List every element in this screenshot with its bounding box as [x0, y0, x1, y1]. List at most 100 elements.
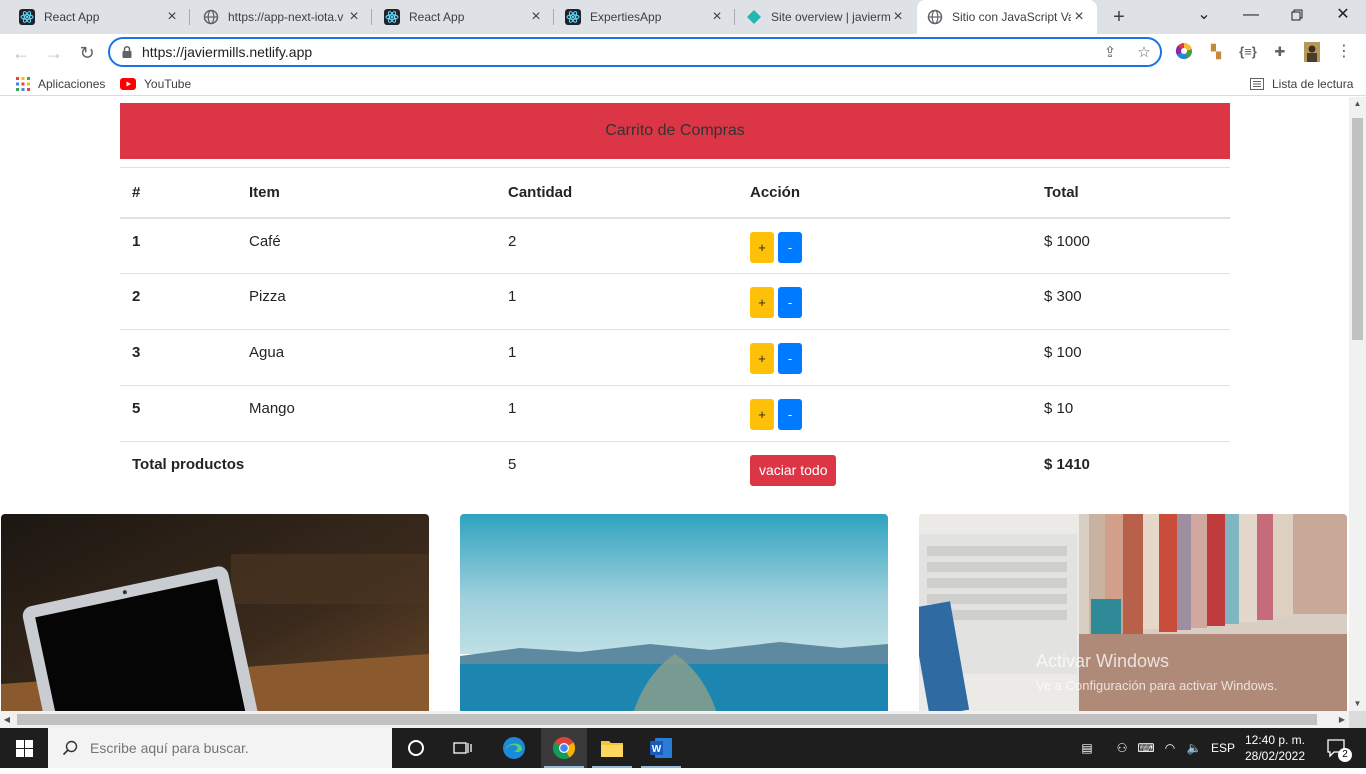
react-icon [565, 9, 581, 25]
tab-search-chevron-icon[interactable]: ⌄ [1181, 0, 1227, 30]
scroll-up-arrow-icon[interactable]: ▲ [1349, 97, 1366, 111]
bookmark-youtube[interactable]: YouTube [120, 76, 191, 92]
cortana-icon[interactable] [393, 728, 439, 768]
notification-count-badge: 2 [1338, 748, 1352, 762]
tab-close-icon[interactable]: × [164, 9, 180, 25]
tab-react-app-1[interactable]: React App × [0, 0, 190, 34]
vertical-scrollbar[interactable]: ▲ ▼ [1349, 97, 1366, 711]
vertical-scroll-thumb[interactable] [1352, 118, 1363, 340]
windows-logo-icon [15, 739, 33, 757]
increase-button[interactable]: + [750, 343, 774, 374]
wifi-icon[interactable]: ◠ [1160, 728, 1180, 768]
table-row: 3 Agua 1 + - $ 100 [120, 329, 1230, 386]
row-item: Pizza [237, 273, 496, 330]
maximize-icon[interactable] [1274, 0, 1320, 30]
reload-icon[interactable]: ↻ [74, 40, 100, 66]
tab-strip: React App × https://app-next-iota.v × Re… [0, 0, 1366, 34]
volume-icon[interactable]: 🔈 [1184, 728, 1204, 768]
decrease-button[interactable]: - [778, 343, 802, 374]
scroll-down-arrow-icon[interactable]: ▼ [1349, 697, 1366, 711]
tab-close-icon[interactable]: × [528, 9, 544, 25]
horizontal-scroll-thumb[interactable] [17, 714, 1317, 725]
json-extension-icon[interactable]: {≡} [1238, 42, 1258, 62]
profile-avatar[interactable] [1302, 42, 1322, 62]
bookmark-star-icon[interactable]: ☆ [1134, 43, 1154, 63]
tab-title: React App [409, 10, 465, 24]
browser-toolbar: ← → ↻ ⇪ ☆ ▚ {≡} ✚ ⋮ [0, 34, 1366, 72]
edge-browser-icon[interactable] [491, 728, 537, 768]
column-header-total: Total [1032, 167, 1230, 219]
tab-close-icon[interactable]: × [890, 9, 906, 25]
row-quantity: 1 [496, 385, 738, 442]
notification-center-icon[interactable]: 2 [1320, 728, 1354, 768]
clear-cart-button[interactable]: vaciar todo [750, 455, 837, 486]
apps-grid-icon [16, 77, 30, 91]
word-icon[interactable]: W [638, 728, 684, 768]
tab-experties-app[interactable]: ExpertiesApp × [546, 0, 735, 34]
table-row: 5 Mango 1 + - $ 10 [120, 385, 1230, 442]
tab-title: ExpertiesApp [590, 10, 662, 24]
reading-list[interactable]: Lista de lectura [1250, 76, 1353, 92]
bookmark-label: YouTube [144, 77, 192, 91]
tab-app-next[interactable]: https://app-next-iota.v × [184, 0, 372, 34]
cart-table: # Item Cantidad Acción Total 1 Café 2 + -… [120, 167, 1230, 498]
horizontal-scrollbar[interactable]: ◀ ▶ [0, 711, 1349, 728]
globe-icon [927, 9, 943, 25]
language-indicator[interactable]: ESP [1208, 728, 1238, 768]
lock-icon[interactable] [120, 45, 134, 59]
tab-close-icon[interactable]: × [346, 9, 362, 25]
row-id: 2 [120, 273, 237, 330]
menu-dots-icon[interactable]: ⋮ [1334, 42, 1354, 62]
bookmark-apps[interactable]: Aplicaciones [16, 76, 105, 92]
new-tab-plus-icon[interactable]: + [1108, 6, 1130, 28]
bookmarks-bar: Aplicaciones YouTube Lista de lectura [0, 72, 1366, 96]
column-header-quantity: Cantidad [496, 167, 738, 219]
tab-react-app-2[interactable]: React App × [365, 0, 554, 34]
search-icon [62, 740, 78, 756]
tab-close-icon[interactable]: × [709, 9, 725, 25]
clock-time: 12:40 p. m. [1244, 733, 1306, 747]
forward-arrow-icon[interactable]: → [41, 40, 67, 66]
increase-button[interactable]: + [750, 287, 774, 318]
card-image-laptop[interactable] [1, 514, 429, 711]
taskbar-search-box[interactable] [48, 728, 392, 768]
increase-button[interactable]: + [750, 399, 774, 430]
increase-button[interactable]: + [750, 231, 774, 263]
address-input[interactable] [142, 42, 1042, 62]
row-quantity: 1 [496, 273, 738, 330]
taskbar-search-input[interactable] [90, 740, 370, 756]
row-total: $ 300 [1032, 273, 1230, 330]
scrollbar-corner [1349, 711, 1366, 728]
decrease-button[interactable]: - [778, 287, 802, 318]
minimize-icon[interactable]: — [1228, 0, 1274, 30]
extensions-puzzle-icon[interactable]: ✚ [1270, 42, 1290, 62]
start-button[interactable] [0, 728, 48, 768]
watermark-subtitle: Ve a Configuración para activar Windows. [1036, 678, 1278, 693]
chrome-icon[interactable] [541, 728, 587, 768]
card-image-sea[interactable] [460, 514, 888, 711]
file-explorer-icon[interactable] [589, 728, 635, 768]
tab-site-overview[interactable]: Site overview | javierm × [727, 0, 916, 34]
ruler-extension-icon[interactable]: ▚ [1206, 42, 1226, 62]
taskbar-clock[interactable]: 12:40 p. m. 28/02/2022 [1240, 732, 1310, 764]
close-window-icon[interactable]: ✕ [1320, 0, 1366, 30]
scroll-left-arrow-icon[interactable]: ◀ [0, 711, 14, 728]
footer-label: Total productos [132, 456, 245, 473]
row-actions: + - [738, 385, 1032, 442]
tab-title: Site overview | javierm [771, 10, 890, 24]
input-method-icon[interactable]: ⌨ [1136, 728, 1156, 768]
tab-close-icon[interactable]: × [1071, 9, 1087, 25]
share-icon[interactable]: ⇪ [1100, 43, 1120, 63]
windows-taskbar: W ▤ ⚇ ⌨ ◠ 🔈 ESP 12:40 p. m. 28/02/2022 2 [0, 728, 1366, 768]
task-view-icon[interactable] [440, 728, 486, 768]
decrease-button[interactable]: - [778, 399, 802, 430]
scroll-right-arrow-icon[interactable]: ▶ [1335, 711, 1349, 728]
svg-text:W: W [652, 744, 662, 755]
back-arrow-icon[interactable]: ← [8, 40, 34, 66]
color-wheel-extension-icon[interactable] [1174, 42, 1194, 62]
address-bar[interactable]: ⇪ ☆ [108, 37, 1162, 67]
people-icon[interactable]: ⚇ [1112, 728, 1132, 768]
decrease-button[interactable]: - [778, 231, 802, 263]
tab-sitio-javascript[interactable]: Sitio con JavaScript Va × [917, 0, 1097, 34]
news-widget-icon[interactable]: ▤ [1072, 728, 1102, 768]
